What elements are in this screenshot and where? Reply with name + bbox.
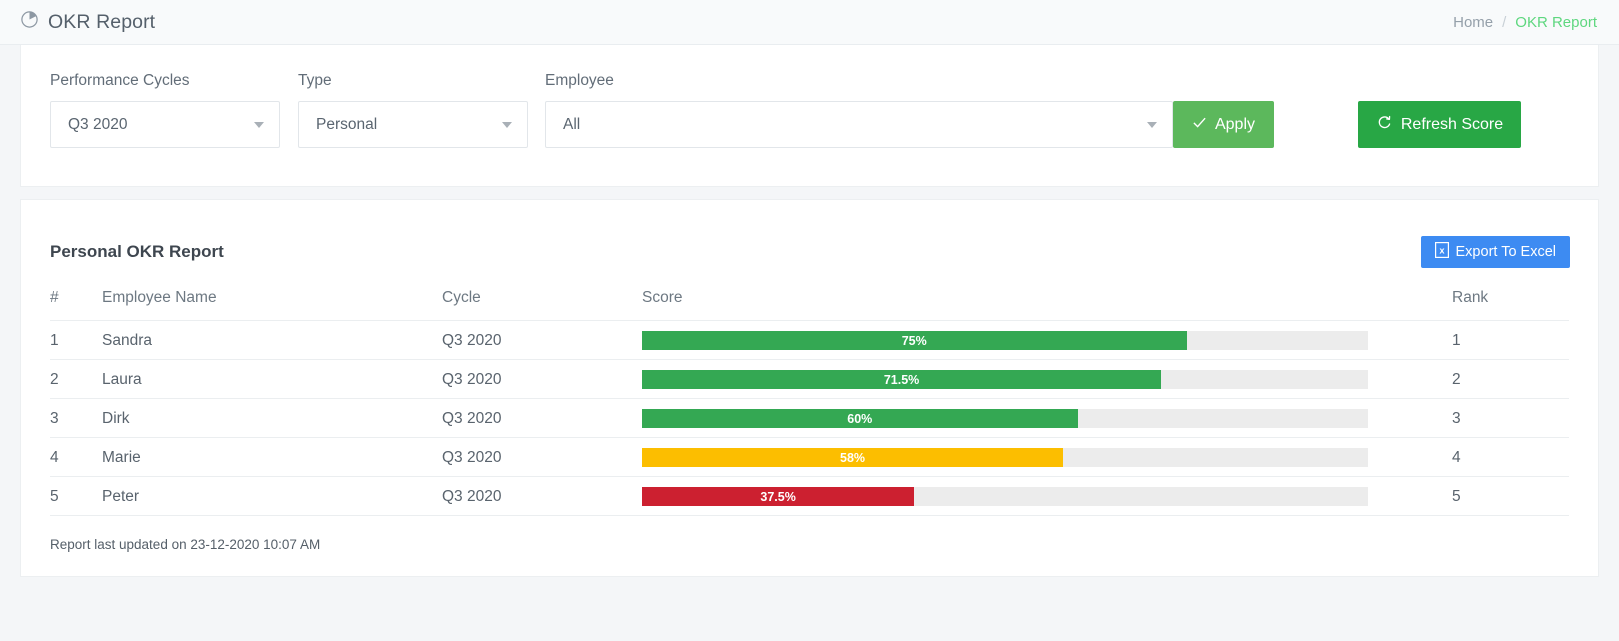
employee-value: All <box>563 115 581 133</box>
performance-cycles-label: Performance Cycles <box>50 72 190 89</box>
breadcrumb-separator: / <box>1502 13 1507 31</box>
cell-rank: 4 <box>1434 437 1569 477</box>
table-row: 2 Laura Q3 2020 71.5% 2 <box>50 359 1569 399</box>
cell-employee-name: Peter <box>102 476 442 516</box>
report-last-updated: Report last updated on 23-12-2020 10:07 … <box>50 537 321 552</box>
check-icon <box>1192 115 1207 135</box>
report-panel: Personal OKR Report x Export To Excel # … <box>20 199 1599 577</box>
score-bar-fill: 75% <box>642 331 1187 350</box>
breadcrumb-current: OKR Report <box>1515 13 1597 31</box>
cell-index: 2 <box>50 359 102 399</box>
employee-label: Employee <box>545 72 614 89</box>
cell-rank: 3 <box>1434 398 1569 438</box>
export-to-excel-button[interactable]: x Export To Excel <box>1420 236 1570 268</box>
cell-cycle: Q3 2020 <box>442 320 642 360</box>
type-label: Type <box>298 72 332 89</box>
table-header-row: # Employee Name Cycle Score Rank <box>50 289 1569 321</box>
cell-score: 58% <box>642 437 1434 477</box>
performance-cycles-value: Q3 2020 <box>68 115 128 133</box>
cell-index: 4 <box>50 437 102 477</box>
column-header-employee: Employee Name <box>102 289 442 321</box>
svg-text:x: x <box>1439 245 1444 255</box>
score-bar-track: 58% <box>642 448 1368 467</box>
chevron-down-icon <box>1147 121 1157 128</box>
score-bar-fill: 71.5% <box>642 370 1162 389</box>
cell-employee-name: Laura <box>102 359 442 399</box>
field-employee: Employee All <box>545 72 1173 148</box>
page-title: OKR Report <box>48 10 156 33</box>
page-title-group: OKR Report <box>20 10 155 34</box>
score-bar-track: 71.5% <box>642 370 1368 389</box>
report-title: Personal OKR Report <box>50 242 224 261</box>
refresh-icon <box>1376 114 1393 136</box>
score-bar-label: 71.5% <box>883 372 920 387</box>
cell-score: 37.5% <box>642 476 1434 516</box>
score-bar-track: 37.5% <box>642 487 1368 506</box>
column-header-index: # <box>50 289 102 321</box>
table-row: 3 Dirk Q3 2020 60% 3 <box>50 398 1569 438</box>
cell-index: 5 <box>50 476 102 516</box>
score-bar-fill: 60% <box>642 409 1078 428</box>
file-excel-icon: x <box>1434 242 1449 262</box>
cell-cycle: Q3 2020 <box>442 476 642 516</box>
score-bar-label: 37.5% <box>760 489 796 504</box>
column-header-score: Score <box>642 289 1434 321</box>
report-header: Personal OKR Report x Export To Excel <box>21 200 1598 268</box>
cell-index: 1 <box>50 320 102 360</box>
cell-employee-name: Sandra <box>102 320 442 360</box>
breadcrumb: Home / OKR Report <box>1453 14 1597 31</box>
employee-select[interactable]: All <box>545 101 1173 148</box>
score-bar-track: 60% <box>642 409 1368 428</box>
export-to-excel-label: Export To Excel <box>1455 244 1556 260</box>
breadcrumb-home[interactable]: Home <box>1453 14 1493 31</box>
table-row: 5 Peter Q3 2020 37.5% 5 <box>50 476 1569 516</box>
score-bar-label: 75% <box>901 333 927 348</box>
cell-score: 75% <box>642 320 1434 360</box>
cell-cycle: Q3 2020 <box>442 398 642 438</box>
table-row: 4 Marie Q3 2020 58% 4 <box>50 437 1569 477</box>
chevron-down-icon <box>502 121 512 128</box>
cell-index: 3 <box>50 398 102 438</box>
type-select[interactable]: Personal <box>298 101 528 148</box>
table-body: 1 Sandra Q3 2020 75% 1 2 Laura Q3 2020 71.5% 2 3 Di… <box>50 320 1569 516</box>
column-header-rank: Rank <box>1434 289 1569 321</box>
table-header: # Employee Name Cycle Score Rank <box>50 289 1569 321</box>
table-row: 1 Sandra Q3 2020 75% 1 <box>50 320 1569 360</box>
refresh-score-button[interactable]: Refresh Score <box>1358 101 1521 148</box>
score-bar-fill: 58% <box>642 448 1064 467</box>
filter-panel: Performance Cycles Q3 2020 Type Personal… <box>20 45 1599 187</box>
okr-report-page: OKR Report Home / OKR Report Performance… <box>0 0 1619 641</box>
cell-cycle: Q3 2020 <box>442 437 642 477</box>
apply-button[interactable]: Apply <box>1173 101 1274 148</box>
column-header-cycle: Cycle <box>442 289 642 321</box>
performance-cycles-select[interactable]: Q3 2020 <box>50 101 280 148</box>
pie-chart-icon <box>20 10 39 34</box>
cell-employee-name: Marie <box>102 437 442 477</box>
cell-rank: 2 <box>1434 359 1569 399</box>
okr-table: # Employee Name Cycle Score Rank 1 Sandra… <box>50 289 1569 516</box>
score-bar-label: 60% <box>847 411 873 426</box>
refresh-score-button-label: Refresh Score <box>1400 115 1504 133</box>
cell-score: 60% <box>642 398 1434 438</box>
score-bar-label: 58% <box>840 450 866 465</box>
cell-rank: 5 <box>1434 476 1569 516</box>
type-value: Personal <box>316 115 378 133</box>
cell-employee-name: Dirk <box>102 398 442 438</box>
cell-cycle: Q3 2020 <box>442 359 642 399</box>
score-bar-fill: 37.5% <box>642 487 915 506</box>
chevron-down-icon <box>254 121 264 128</box>
top-bar: OKR Report Home / OKR Report <box>0 0 1619 45</box>
score-bar-track: 75% <box>642 331 1368 350</box>
cell-score: 71.5% <box>642 359 1434 399</box>
apply-button-label: Apply <box>1214 115 1256 133</box>
cell-rank: 1 <box>1434 320 1569 360</box>
field-type: Type Personal <box>298 72 528 148</box>
field-performance-cycles: Performance Cycles Q3 2020 <box>50 72 280 148</box>
